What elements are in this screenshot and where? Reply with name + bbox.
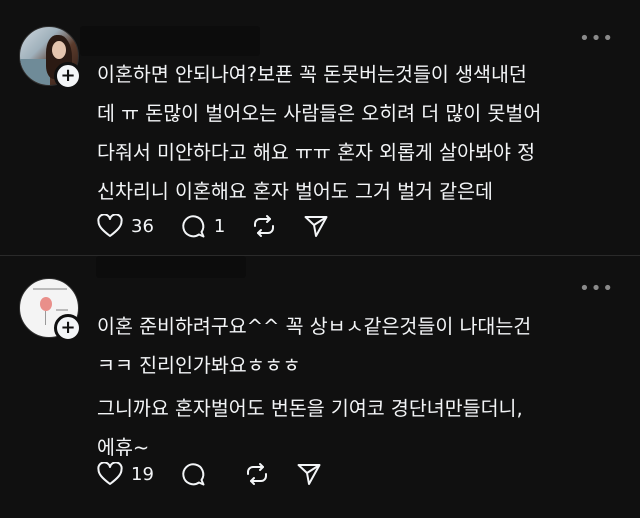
thread-post-1: + ••• 이혼하면 안되나여?보푠 꼭 돈못버는것들이 생색내던 데 ㅠ 돈많… (0, 0, 640, 256)
heart-icon (97, 214, 123, 237)
thread-post-2: + ••• 이혼 준비하려구요^^ 꼭 상ㅂㅅ같은것들이 나대는건 ㅋㅋ 진리인… (0, 256, 640, 518)
text-line: 신차리니 이혼해요 혼자 벌어도 그거 벌거 같은데 (97, 180, 493, 203)
repost-icon (246, 463, 267, 485)
text-line: 데 ㅠ 돈많이 벌어오는 사람들은 오히려 더 많이 못벌어 (97, 102, 542, 125)
post-text: 이혼 준비하려구요^^ 꼭 상ㅂㅅ같은것들이 나대는건 ㅋㅋ 진리인가봐요ㅎㅎㅎ… (97, 307, 627, 467)
send-icon (304, 216, 328, 237)
comment-icon (182, 215, 205, 238)
avatar-2[interactable]: + (19, 278, 82, 342)
repost-button[interactable] (244, 461, 270, 487)
username-redacted (80, 26, 260, 56)
avatar-1[interactable]: + (19, 26, 82, 90)
follow-plus-icon[interactable]: + (54, 314, 82, 342)
like-button[interactable]: 19 (97, 462, 154, 486)
comment-icon (182, 463, 205, 486)
send-icon (297, 464, 321, 485)
action-bar: 19 (97, 461, 348, 487)
follow-plus-icon[interactable]: + (54, 62, 82, 90)
share-button[interactable] (296, 461, 322, 487)
repost-button[interactable] (251, 213, 277, 239)
more-options-icon[interactable]: ••• (579, 28, 614, 49)
share-button[interactable] (303, 213, 329, 239)
action-bar: 36 1 (97, 213, 355, 239)
text-line: ㅋㅋ 진리인가봐요ㅎㅎㅎ (97, 354, 301, 377)
text-line: 이혼하면 안되나여?보푠 꼭 돈못버는것들이 생색내던 (97, 63, 527, 86)
text-line: 다줘서 미안하다고 해요 ㅠㅠ 혼자 외롭게 살아봐야 정 (97, 141, 536, 164)
like-count: 19 (131, 463, 154, 485)
username-redacted (96, 256, 246, 278)
text-line: 그니까요 혼자벌어도 번돈을 기여코 경단녀만들더니, (97, 397, 523, 420)
reply-count: 1 (213, 215, 226, 237)
more-options-icon[interactable]: ••• (579, 278, 614, 299)
text-line: 이혼 준비하려구요^^ 꼭 상ㅂㅅ같은것들이 나대는건 (97, 315, 532, 338)
repost-icon (254, 215, 275, 237)
reply-button[interactable] (180, 461, 214, 487)
like-count: 36 (131, 215, 154, 237)
heart-icon (97, 462, 123, 485)
post-text: 이혼하면 안되나여?보푠 꼭 돈못버는것들이 생색내던 데 ㅠ 돈많이 벌어오는… (97, 55, 627, 211)
reply-button[interactable]: 1 (180, 213, 225, 239)
like-button[interactable]: 36 (97, 214, 154, 238)
